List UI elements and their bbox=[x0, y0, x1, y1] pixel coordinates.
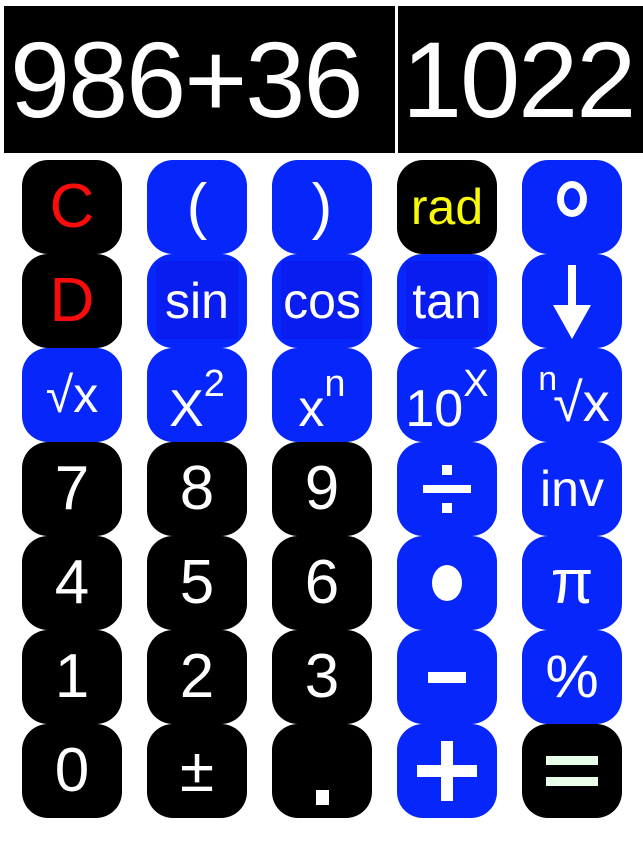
digit-7-icon: 7 bbox=[54, 454, 90, 523]
keypad-row-1: C ( ) rad bbox=[22, 160, 622, 257]
key-percent[interactable]: % bbox=[522, 630, 622, 724]
key-ten-power-x[interactable]: 10 X bbox=[397, 348, 497, 442]
key-digit-9[interactable]: 9 bbox=[272, 442, 372, 536]
keypad-row-6: 1 2 3 % bbox=[22, 630, 622, 727]
x-squared-icon: X 2 bbox=[169, 365, 225, 435]
key-degree[interactable] bbox=[522, 160, 622, 254]
key-multiply[interactable] bbox=[397, 536, 497, 630]
x-power-n-base: x bbox=[298, 380, 325, 438]
square-root-icon: √x bbox=[45, 367, 99, 423]
x-power-n-icon: x n bbox=[298, 365, 345, 435]
key-tan[interactable]: tan bbox=[397, 254, 497, 348]
open-paren-icon: ( bbox=[186, 172, 208, 241]
key-digit-8[interactable]: 8 bbox=[147, 442, 247, 536]
sine-icon: sin bbox=[165, 273, 229, 329]
digit-3-icon: 3 bbox=[304, 642, 340, 711]
radians-mode-icon: rad bbox=[410, 179, 484, 235]
plus-minus-icon: ± bbox=[179, 736, 215, 805]
digit-4-icon: 4 bbox=[54, 548, 90, 617]
digit-1-icon: 1 bbox=[54, 642, 90, 711]
key-equals[interactable] bbox=[522, 724, 622, 818]
key-rad-mode[interactable]: rad bbox=[397, 160, 497, 254]
key-minus[interactable] bbox=[397, 630, 497, 724]
display-area: 986+36 1022 bbox=[4, 6, 643, 153]
x-power-n-exponent: n bbox=[324, 363, 346, 405]
key-clear[interactable]: C bbox=[22, 160, 122, 254]
key-close-paren[interactable]: ) bbox=[272, 160, 372, 254]
tangent-icon: tan bbox=[412, 273, 482, 329]
key-digit-3[interactable]: 3 bbox=[272, 630, 372, 724]
digit-0-icon: 0 bbox=[54, 736, 90, 805]
result-display: 1022 bbox=[398, 6, 643, 153]
nth-root-radical: √x bbox=[553, 373, 610, 433]
key-digit-4[interactable]: 4 bbox=[22, 536, 122, 630]
expression-text: 986+36 bbox=[10, 18, 363, 140]
keypad-row-7: 0 ± bbox=[22, 724, 622, 821]
key-digit-6[interactable]: 6 bbox=[272, 536, 372, 630]
key-inverse[interactable]: inv bbox=[522, 442, 622, 536]
key-cos[interactable]: cos bbox=[272, 254, 372, 348]
key-x-power-n[interactable]: x n bbox=[272, 348, 372, 442]
divide-icon bbox=[423, 463, 471, 515]
digit-6-icon: 6 bbox=[304, 548, 340, 617]
percent-icon: % bbox=[545, 643, 599, 710]
degree-icon bbox=[557, 181, 587, 217]
key-pi[interactable]: π bbox=[522, 536, 622, 630]
key-divide[interactable] bbox=[397, 442, 497, 536]
key-x-squared[interactable]: X 2 bbox=[147, 348, 247, 442]
down-arrow-icon bbox=[553, 265, 591, 339]
key-plus[interactable] bbox=[397, 724, 497, 818]
inverse-icon: inv bbox=[540, 461, 604, 517]
keypad-row-5: 4 5 6 π bbox=[22, 536, 622, 633]
key-digit-7[interactable]: 7 bbox=[22, 442, 122, 536]
x-squared-base: X bbox=[169, 380, 204, 438]
key-down-arrow[interactable] bbox=[522, 254, 622, 348]
key-decimal-point[interactable] bbox=[272, 724, 372, 818]
result-text: 1022 bbox=[402, 18, 636, 140]
keypad-row-3: √x X 2 x n 10 X n √x bbox=[22, 348, 622, 445]
key-digit-0[interactable]: 0 bbox=[22, 724, 122, 818]
delete-icon: D bbox=[49, 266, 95, 335]
minus-icon bbox=[428, 671, 466, 683]
plus-icon bbox=[417, 741, 477, 801]
close-paren-icon: ) bbox=[311, 172, 333, 241]
key-digit-1[interactable]: 1 bbox=[22, 630, 122, 724]
key-digit-5[interactable]: 5 bbox=[147, 536, 247, 630]
digit-9-icon: 9 bbox=[304, 454, 340, 523]
clear-icon: C bbox=[49, 172, 95, 241]
key-open-paren[interactable]: ( bbox=[147, 160, 247, 254]
key-plus-minus[interactable]: ± bbox=[147, 724, 247, 818]
key-nth-root[interactable]: n √x bbox=[522, 348, 622, 442]
digit-5-icon: 5 bbox=[179, 548, 215, 617]
decimal-point-icon bbox=[315, 789, 329, 805]
calculator-app: 986+36 1022 C ( ) rad D sin cos tan √x X… bbox=[0, 0, 643, 858]
keypad: C ( ) rad D sin cos tan √x X 2 x n 10 X … bbox=[22, 160, 622, 818]
keypad-row-4: 7 8 9 inv bbox=[22, 442, 622, 539]
key-delete[interactable]: D bbox=[22, 254, 122, 348]
ten-power-x-exponent: X bbox=[463, 363, 489, 405]
digit-8-icon: 8 bbox=[179, 454, 215, 523]
expression-display: 986+36 bbox=[4, 6, 395, 153]
digit-2-icon: 2 bbox=[179, 642, 215, 711]
x-squared-exponent: 2 bbox=[203, 363, 225, 405]
equals-icon bbox=[546, 756, 598, 786]
key-sin[interactable]: sin bbox=[147, 254, 247, 348]
cosine-icon: cos bbox=[283, 273, 361, 329]
nth-root-icon: n √x bbox=[534, 362, 610, 430]
key-digit-2[interactable]: 2 bbox=[147, 630, 247, 724]
ten-power-x-icon: 10 X bbox=[405, 365, 488, 435]
keypad-row-2: D sin cos tan bbox=[22, 254, 622, 351]
pi-icon: π bbox=[550, 548, 594, 617]
key-square-root[interactable]: √x bbox=[22, 348, 122, 442]
multiply-icon bbox=[432, 565, 462, 601]
ten-power-x-base: 10 bbox=[405, 380, 464, 438]
